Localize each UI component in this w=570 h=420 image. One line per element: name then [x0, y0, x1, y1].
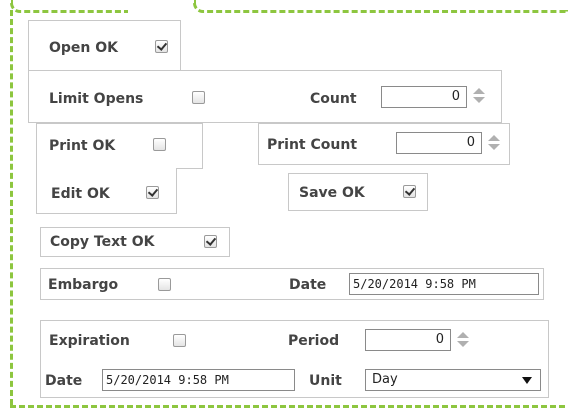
save-ok-checkbox[interactable]	[403, 185, 416, 198]
expiration-checkbox[interactable]	[173, 334, 186, 347]
embargo-checkbox[interactable]	[158, 278, 171, 291]
limit-opens-label: Limit Opens	[49, 91, 144, 107]
period-input[interactable]: 0	[365, 329, 451, 351]
save-ok-label: Save OK	[299, 185, 365, 201]
print-count-label: Print Count	[267, 137, 358, 153]
dashed-frame-top-left	[10, 0, 128, 13]
count-label: Count	[310, 91, 357, 107]
limit-opens-checkbox[interactable]	[192, 91, 205, 104]
count-spinner[interactable]	[473, 87, 485, 105]
copy-text-ok-group: Copy Text OK	[40, 227, 230, 257]
unit-label: Unit	[309, 373, 342, 389]
unit-select-value: Day	[372, 372, 398, 387]
open-ok-label: Open OK	[49, 40, 119, 56]
chevron-down-icon	[522, 377, 532, 384]
print-ok-group: Print OK	[36, 123, 203, 169]
embargo-date-label: Date	[289, 277, 327, 293]
copy-text-ok-checkbox[interactable]	[204, 235, 217, 248]
limit-opens-group: Limit Opens Count 0	[28, 70, 502, 123]
print-count-group: Print Count 0	[258, 123, 510, 165]
period-spinner[interactable]	[457, 331, 469, 349]
print-ok-checkbox[interactable]	[153, 138, 166, 151]
unit-select[interactable]: Day	[365, 369, 541, 391]
print-ok-label: Print OK	[49, 138, 116, 154]
period-label: Period	[288, 333, 340, 349]
edit-ok-group: Edit OK	[36, 168, 177, 214]
count-input[interactable]: 0	[381, 86, 467, 108]
expiration-label: Expiration	[49, 333, 130, 349]
open-ok-group: Open OK	[28, 20, 181, 72]
open-ok-checkbox[interactable]	[155, 40, 168, 53]
print-count-input[interactable]: 0	[396, 132, 482, 154]
copy-text-ok-label: Copy Text OK	[50, 234, 155, 250]
edit-ok-checkbox[interactable]	[146, 186, 159, 199]
print-count-spinner[interactable]	[488, 134, 500, 152]
dashed-frame-top-right	[193, 0, 568, 13]
edit-ok-label: Edit OK	[51, 186, 110, 202]
expiration-group: Expiration Period 0 Date 5/20/2014 9:58 …	[40, 320, 549, 398]
embargo-group: Embargo Date 5/20/2014 9:58 PM	[40, 268, 544, 300]
dashed-frame-left	[10, 10, 13, 405]
expiration-date-input[interactable]: 5/20/2014 9:58 PM	[102, 369, 295, 391]
save-ok-group: Save OK	[288, 173, 428, 211]
dashed-frame-bottom	[10, 405, 565, 408]
expiration-date-label: Date	[45, 373, 83, 389]
embargo-date-input[interactable]: 5/20/2014 9:58 PM	[349, 273, 539, 295]
embargo-label: Embargo	[48, 277, 119, 293]
